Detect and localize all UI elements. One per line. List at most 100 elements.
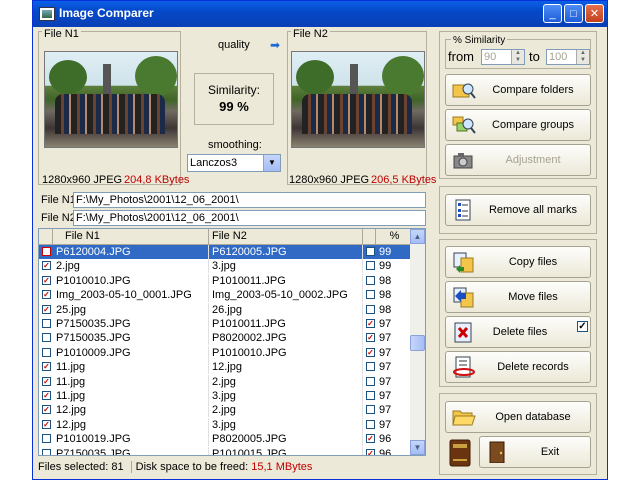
scroll-down-icon[interactable]: ▼ <box>410 440 425 455</box>
to-label: to <box>529 49 540 64</box>
row-checkbox-file2[interactable] <box>366 391 375 400</box>
table-row[interactable]: P7150035.JPG P1010011.JPG ✓ 97 <box>39 317 411 331</box>
table-row[interactable]: ✓ 2.jpg 3.jpg 99 <box>39 259 411 274</box>
exit-button[interactable]: Exit <box>479 436 591 468</box>
row-checkbox-file2[interactable] <box>366 376 375 386</box>
header-file1[interactable]: File N1 <box>53 229 209 244</box>
file2-preview[interactable] <box>291 51 425 148</box>
row-checkbox-file2[interactable]: ✓ <box>366 448 375 455</box>
row-checkbox-file1[interactable]: ✓ <box>42 362 51 372</box>
maximize-button[interactable]: □ <box>564 4 583 23</box>
row-checkbox-file1[interactable]: ✓ <box>42 391 51 400</box>
row-checkbox-file1[interactable]: ✓ <box>42 290 51 300</box>
row-checkbox-file1[interactable] <box>42 434 51 444</box>
table-row[interactable]: ✓ 11.jpg 12.jpg 97 <box>39 360 411 375</box>
row-checkbox-file1[interactable]: ✓ <box>42 419 51 429</box>
row-checkbox-file2[interactable] <box>366 247 375 256</box>
row-checkbox-file2[interactable] <box>366 419 375 429</box>
minimize-button[interactable]: _ <box>543 4 562 23</box>
close-button[interactable]: ✕ <box>585 4 604 23</box>
table-row[interactable]: ✓ 11.jpg 2.jpg 97 <box>39 374 411 389</box>
chevron-down-icon[interactable]: ▼ <box>263 155 280 171</box>
row-checkbox-file1[interactable]: ✓ <box>42 376 51 386</box>
row-percent: 97 <box>379 361 392 374</box>
table-row[interactable]: ✓ 25.jpg 26.jpg 98 <box>39 302 411 317</box>
table-row[interactable]: ✓ 11.jpg 3.jpg 97 <box>39 389 411 403</box>
row-percent: 96 <box>379 447 392 456</box>
scroll-up-icon[interactable]: ▲ <box>410 229 425 244</box>
adjustment-label: Adjustment <box>505 154 561 166</box>
row-checkbox-file2[interactable] <box>366 362 375 372</box>
table-row[interactable]: P6120004.JPG P6120005.JPG 99 <box>39 245 411 260</box>
arrow-right-icon: ➡ <box>270 38 281 52</box>
row-checkbox-file2[interactable]: ✓ <box>366 333 375 343</box>
header-file2[interactable]: File N2 <box>209 229 363 244</box>
folder-search-icon <box>452 83 476 99</box>
table-scrollbar[interactable]: ▲ ▼ <box>410 229 425 455</box>
disk-space-label: Disk space to be freed: <box>130 461 249 473</box>
table-row[interactable]: P1010009.JPG P1010010.JPG ✓ 97 <box>39 345 411 360</box>
table-row[interactable]: P7150035.JPG P8020002.JPG ✓ 97 <box>39 331 411 346</box>
copy-files-button[interactable]: Copy files <box>445 246 591 278</box>
row-checkbox-file2[interactable] <box>366 261 375 271</box>
from-spinner[interactable]: 90 ▲ ▼ <box>481 49 525 65</box>
from-label: from <box>448 49 474 64</box>
header-check-col[interactable] <box>39 229 53 244</box>
row-checkbox-file2[interactable]: ✓ <box>366 347 375 357</box>
results-table[interactable]: File N1 File N2 % P6120004.JPG P6120005.J… <box>38 228 426 456</box>
spin-arrows-icon[interactable]: ▲ ▼ <box>576 50 589 64</box>
delete-files-checkbox[interactable]: ✓ <box>577 321 588 332</box>
file1-label: File N1 <box>42 28 81 40</box>
table-row[interactable]: ✓ P1010010.JPG P1010011.JPG 98 <box>39 273 411 288</box>
table-row[interactable]: P7150035.JPG P1010015.JPG ✓ 96 <box>39 446 411 456</box>
similarity-value: 99 % <box>219 99 249 114</box>
spin-arrows-icon[interactable]: ▲ ▼ <box>511 50 524 64</box>
row-checkbox-file1[interactable] <box>42 448 51 455</box>
file2-path-field[interactable]: F:\My_Photos\2001\12_06_2001\ <box>73 210 426 226</box>
row-checkbox-file2[interactable] <box>366 290 375 300</box>
adjustment-button[interactable]: Adjustment <box>445 144 591 176</box>
table-row[interactable]: P1010019.JPG P8020005.JPG ✓ 96 <box>39 432 411 447</box>
row-checkbox-file1[interactable] <box>42 319 51 328</box>
row-checkbox-file2[interactable] <box>366 405 375 415</box>
row-percent: 99 <box>379 246 392 258</box>
compare-groups-button[interactable]: Compare groups <box>445 109 591 141</box>
compare-folders-button[interactable]: Compare folders <box>445 74 591 106</box>
row-checkbox-file1[interactable]: ✓ <box>42 261 51 271</box>
row-checkbox-file2[interactable]: ✓ <box>366 319 375 328</box>
window-title: Image Comparer <box>59 6 154 20</box>
row-file2-name: P1010011.JPG <box>209 273 363 288</box>
file1-preview[interactable] <box>44 51 178 148</box>
row-checkbox-file2[interactable]: ✓ <box>366 434 375 444</box>
app-icon <box>39 7 55 21</box>
scroll-thumb[interactable] <box>410 335 425 351</box>
delete-files-button[interactable]: Delete files ✓ <box>445 316 591 348</box>
row-file2-name: 3.jpg <box>209 417 363 432</box>
file2-size: 206,5 KBytes <box>371 174 437 186</box>
row-checkbox-file2[interactable] <box>366 304 375 314</box>
title-bar[interactable]: Image Comparer _ □ ✕ <box>33 1 607 27</box>
file1-path-field[interactable]: F:\My_Photos\2001\12_06_2001\ <box>73 192 426 208</box>
folder-open-icon <box>452 410 476 426</box>
row-checkbox-file2[interactable] <box>366 275 375 285</box>
table-row[interactable]: ✓ Img_2003-05-10_0001.JPG Img_2003-05-10_0… <box>39 288 411 303</box>
row-checkbox-file1[interactable] <box>42 347 51 357</box>
open-database-button[interactable]: Open database <box>445 401 591 433</box>
table-row[interactable]: ✓ 12.jpg 2.jpg 97 <box>39 403 411 418</box>
row-checkbox-file1[interactable] <box>42 333 51 343</box>
to-spinner[interactable]: 100 ▲ ▼ <box>546 49 590 65</box>
row-file1-name: P1010010.JPG <box>53 273 209 288</box>
move-files-button[interactable]: Move files <box>445 281 591 313</box>
row-percent: 97 <box>379 318 392 330</box>
remove-marks-button[interactable]: Remove all marks <box>445 194 591 226</box>
smoothing-select[interactable]: Lanczos3 ▼ <box>187 154 281 172</box>
row-checkbox-file1[interactable]: ✓ <box>42 275 51 285</box>
header-check-col-2[interactable] <box>363 229 376 244</box>
delete-records-button[interactable]: Delete records <box>445 351 591 383</box>
similarity-box: Similarity: 99 % <box>194 73 274 125</box>
row-checkbox-file1[interactable]: ✓ <box>42 405 51 415</box>
header-percent[interactable]: % <box>376 229 411 244</box>
row-checkbox-file1[interactable]: ✓ <box>42 304 51 314</box>
row-checkbox-file1[interactable] <box>42 247 51 256</box>
table-row[interactable]: ✓ 12.jpg 3.jpg 97 <box>39 417 411 432</box>
